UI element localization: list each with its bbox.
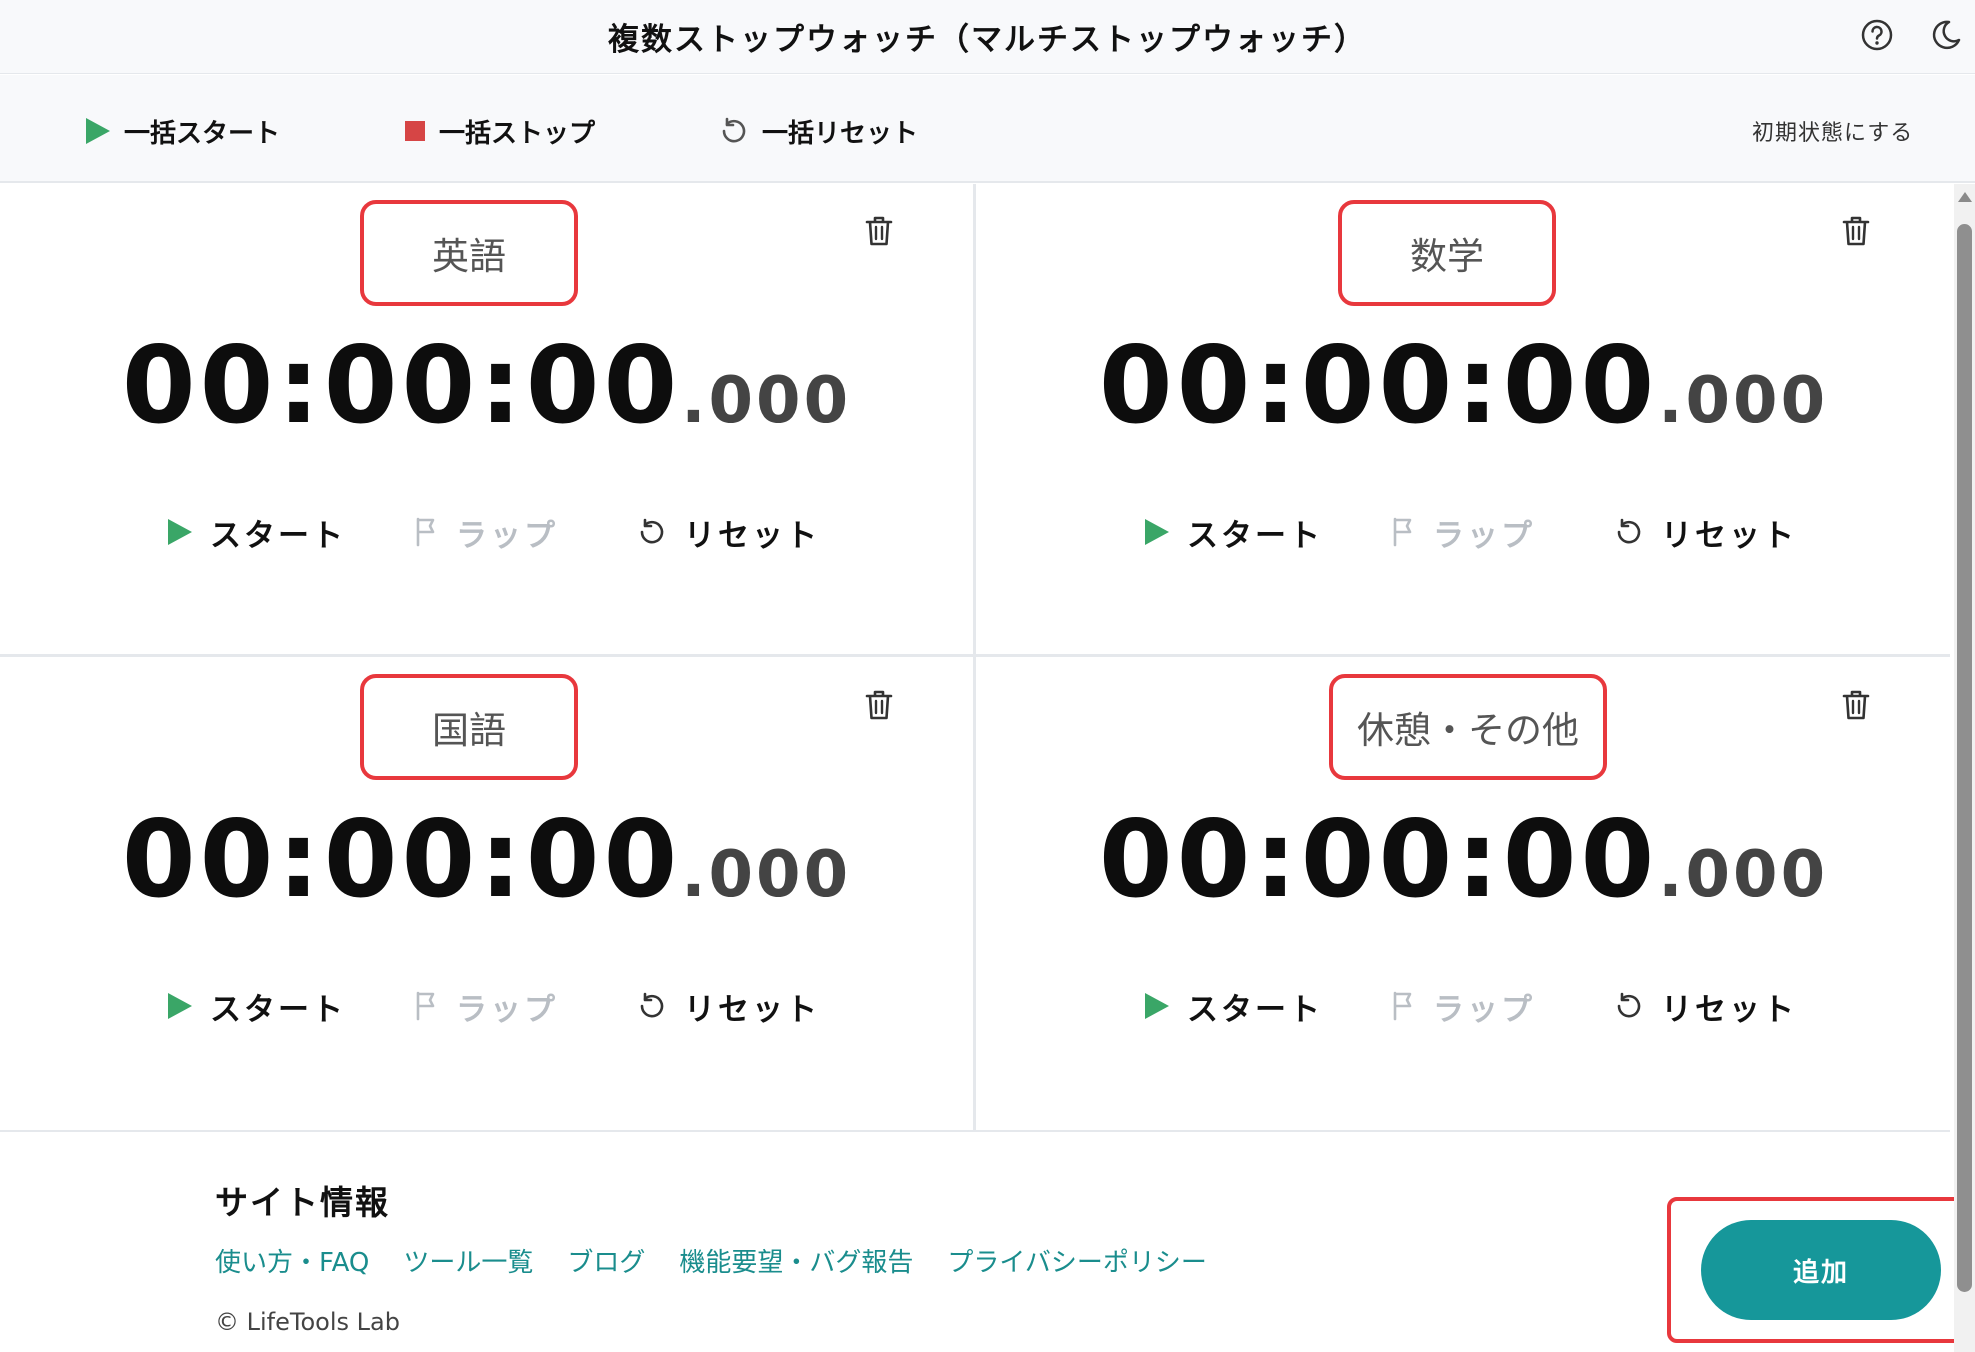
trash-icon[interactable] — [862, 688, 896, 722]
time-hms: 00:00:00 — [121, 324, 682, 447]
start-all-label: 一括スタート — [124, 118, 281, 149]
reset-all-label: 一括リセット — [762, 118, 919, 149]
reset-icon — [640, 992, 664, 1018]
stop-all-button[interactable]: 一括ストップ — [405, 111, 595, 151]
lap-button[interactable]: ラップ — [414, 510, 558, 554]
lap-label: ラップ — [456, 517, 558, 554]
start-label: スタート — [1187, 517, 1323, 554]
site-info-heading: サイト情報 — [215, 1183, 390, 1222]
stopwatch-card-japanese: 国語 00:00:00.000 スタート ラップ リセット — [0, 658, 973, 1130]
flag-icon — [1393, 517, 1412, 547]
start-all-button[interactable]: 一括スタート — [86, 111, 280, 151]
start-label: スタート — [210, 991, 346, 1028]
page-title: 複数ストップウォッチ（マルチストップウォッチ） — [608, 22, 1367, 58]
footer-link-tools[interactable]: ツール一覧 — [403, 1242, 533, 1279]
time-hms: 00:00:00 — [1098, 798, 1659, 921]
lap-button[interactable]: ラップ — [1391, 984, 1535, 1028]
copyright: © LifeTools Lab — [215, 1308, 400, 1336]
trash-icon[interactable] — [862, 214, 896, 248]
start-button[interactable]: スタート — [1145, 984, 1323, 1028]
initialize-button[interactable]: 初期状態にする — [1752, 111, 1913, 151]
elapsed-time-display: 00:00:00.000 — [977, 798, 1950, 921]
timer-label[interactable]: 数学 — [1338, 200, 1556, 306]
reset-label: リセット — [684, 517, 820, 554]
stop-icon — [405, 121, 425, 141]
footer-links: 使い方・FAQ ツール一覧 ブログ 機能要望・バグ報告 プライバシーポリシー — [215, 1242, 1241, 1279]
lap-label: ラップ — [456, 991, 558, 1028]
reset-icon — [1617, 518, 1641, 544]
reset-icon — [1617, 992, 1641, 1018]
flag-icon — [1393, 991, 1412, 1021]
footer-link-feedback[interactable]: 機能要望・バグ報告 — [679, 1242, 913, 1279]
help-circle-icon[interactable] — [1860, 18, 1894, 52]
reset-label: リセット — [1661, 991, 1797, 1028]
stopwatch-card-break: 休憩・その他 00:00:00.000 スタート ラップ リセット — [977, 658, 1950, 1130]
play-icon — [1145, 993, 1169, 1019]
reset-label: リセット — [1661, 517, 1797, 554]
lap-button[interactable]: ラップ — [414, 984, 558, 1028]
footer-link-blog[interactable]: ブログ — [567, 1242, 645, 1279]
lap-label: ラップ — [1433, 991, 1535, 1028]
time-milliseconds: .000 — [681, 364, 852, 438]
footer-link-privacy[interactable]: プライバシーポリシー — [947, 1242, 1206, 1279]
timer-label[interactable]: 英語 — [360, 200, 578, 306]
stopwatch-card-english: 英語 00:00:00.000 スタート ラップ リセット — [0, 184, 973, 656]
scrollbar-thumb[interactable] — [1957, 224, 1972, 1292]
lap-label: ラップ — [1433, 517, 1535, 554]
time-milliseconds: .000 — [681, 838, 852, 912]
app-header: 複数ストップウォッチ（マルチストップウォッチ） — [0, 0, 1975, 74]
play-icon — [168, 519, 192, 545]
reset-button[interactable]: リセット — [636, 510, 820, 554]
trash-icon[interactable] — [1839, 214, 1873, 248]
reset-label: リセット — [684, 991, 820, 1028]
bulk-toolbar: 一括スタート 一括ストップ 一括リセット 初期状態にする — [0, 75, 1975, 183]
start-button[interactable]: スタート — [168, 510, 346, 554]
elapsed-time-display: 00:00:00.000 — [977, 324, 1950, 447]
start-button[interactable]: スタート — [1145, 510, 1323, 554]
trash-icon[interactable] — [1839, 688, 1873, 722]
timer-label[interactable]: 休憩・その他 — [1329, 674, 1607, 780]
time-hms: 00:00:00 — [121, 798, 682, 921]
moon-icon[interactable] — [1928, 18, 1962, 52]
section-divider — [0, 1130, 1950, 1132]
play-icon — [86, 118, 110, 144]
flag-icon — [416, 991, 435, 1021]
time-milliseconds: .000 — [1658, 364, 1829, 438]
time-milliseconds: .000 — [1658, 838, 1829, 912]
play-icon — [168, 993, 192, 1019]
add-timer-button[interactable]: 追加 — [1701, 1220, 1941, 1320]
stopwatch-card-math: 数学 00:00:00.000 スタート ラップ リセット — [977, 184, 1950, 656]
reset-button[interactable]: リセット — [1613, 510, 1797, 554]
play-icon — [1145, 519, 1169, 545]
time-hms: 00:00:00 — [1098, 324, 1659, 447]
start-label: スタート — [210, 517, 346, 554]
timer-label[interactable]: 国語 — [360, 674, 578, 780]
stop-all-label: 一括ストップ — [439, 118, 596, 149]
elapsed-time-display: 00:00:00.000 — [0, 798, 973, 921]
reset-all-button[interactable]: 一括リセット — [718, 111, 918, 151]
elapsed-time-display: 00:00:00.000 — [0, 324, 973, 447]
footer-link-faq[interactable]: 使い方・FAQ — [215, 1242, 369, 1279]
reset-icon — [640, 518, 664, 544]
scroll-up-arrow-icon[interactable] — [1958, 192, 1972, 202]
column-divider — [973, 184, 976, 1130]
reset-icon — [722, 117, 746, 143]
lap-button[interactable]: ラップ — [1391, 510, 1535, 554]
reset-button[interactable]: リセット — [1613, 984, 1797, 1028]
scrollbar[interactable] — [1954, 184, 1975, 1352]
row-divider — [0, 654, 1950, 657]
flag-icon — [416, 517, 435, 547]
start-button[interactable]: スタート — [168, 984, 346, 1028]
reset-button[interactable]: リセット — [636, 984, 820, 1028]
start-label: スタート — [1187, 991, 1323, 1028]
